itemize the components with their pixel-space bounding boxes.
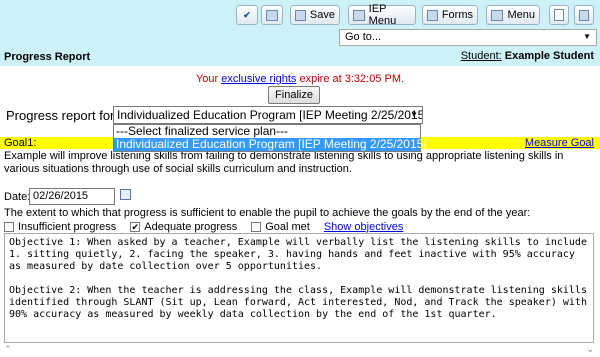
progress-report-label: Progress report for: bbox=[6, 108, 118, 123]
top-toolbar: ✔ Save IEP Menu Forms Menu Go to... ▼ Pr… bbox=[0, 0, 600, 66]
goal-met-option[interactable]: Goal met bbox=[251, 221, 310, 233]
goal-met-checkbox[interactable] bbox=[251, 222, 262, 232]
document-button[interactable] bbox=[549, 5, 569, 25]
progress-report-value: Individualized Education Program [IEP Me… bbox=[117, 108, 423, 122]
dropdown-option-selected[interactable]: Individualized Education Program [IEP Me… bbox=[114, 138, 427, 151]
exclusive-rights-link[interactable]: exclusive rights bbox=[221, 73, 296, 85]
adequate-progress-checkbox[interactable]: ✔ bbox=[130, 222, 141, 232]
finalize-button[interactable]: Finalize bbox=[268, 86, 320, 104]
resize-handle-icon[interactable]: ⌄ bbox=[586, 344, 594, 355]
student-info: Student: Example Student bbox=[461, 50, 594, 62]
forms-button[interactable]: Forms bbox=[422, 5, 478, 25]
date-label: Date: bbox=[4, 191, 31, 203]
progress-report-select[interactable]: Individualized Education Program [IEP Me… bbox=[113, 106, 423, 124]
menu-icon bbox=[353, 9, 365, 21]
date-input[interactable]: 02/26/2015 bbox=[29, 188, 115, 205]
rights-prefix: Your bbox=[195, 73, 222, 85]
adequate-progress-label: Adequate progress bbox=[144, 221, 238, 233]
goto-select[interactable]: Go to... ▼ bbox=[339, 29, 597, 46]
student-link[interactable]: Student: bbox=[461, 50, 502, 62]
goal-label: Goal1: bbox=[4, 137, 37, 149]
spellcheck-icon: ✔ bbox=[243, 9, 251, 20]
menu-label: Menu bbox=[507, 9, 535, 21]
objectives-textarea[interactable]: Objective 1: When asked by a teacher, Ex… bbox=[4, 233, 594, 343]
expand-up-icon[interactable]: ⌃ bbox=[4, 344, 12, 355]
spellcheck-button[interactable]: ✔ bbox=[236, 5, 258, 25]
goto-value: Go to... bbox=[345, 31, 382, 43]
rights-notice: Your exclusive rights expire at 3:32:05 … bbox=[0, 73, 600, 85]
goal-met-label: Goal met bbox=[265, 221, 310, 233]
student-name: Example Student bbox=[504, 50, 594, 62]
document-icon bbox=[554, 9, 564, 21]
measure-goal-link[interactable]: Measure Goal bbox=[525, 137, 594, 149]
insufficient-progress-checkbox[interactable] bbox=[4, 222, 14, 232]
iep-menu-button[interactable]: IEP Menu bbox=[348, 3, 416, 27]
forms-label: Forms bbox=[441, 9, 473, 21]
insufficient-progress-option[interactable]: Insufficient progress bbox=[4, 221, 116, 233]
window-icon bbox=[266, 9, 278, 21]
rights-suffix: expire at 3:32:05 PM. bbox=[296, 73, 405, 85]
printer-icon bbox=[579, 9, 589, 21]
show-objectives-link[interactable]: Show objectives bbox=[324, 221, 404, 233]
iep-menu-label: IEP Menu bbox=[368, 3, 397, 27]
progress-checkboxes: Insufficient progress ✔ Adequate progres… bbox=[4, 221, 403, 233]
calendar-icon[interactable] bbox=[120, 189, 131, 200]
insufficient-progress-label: Insufficient progress bbox=[18, 221, 117, 233]
adequate-progress-option[interactable]: ✔ Adequate progress bbox=[130, 221, 237, 233]
menu-icon bbox=[491, 9, 504, 21]
chevron-down-icon: ▼ bbox=[410, 110, 418, 119]
view-button[interactable] bbox=[261, 5, 283, 25]
extent-text: The extent to which that progress is suf… bbox=[4, 207, 531, 219]
menu-button[interactable]: Menu bbox=[486, 5, 540, 25]
progress-report-dropdown: ---Select finalized service plan--- Indi… bbox=[113, 124, 427, 152]
chevron-down-icon: ▼ bbox=[583, 32, 591, 41]
floppy-icon bbox=[295, 9, 306, 21]
print-button[interactable] bbox=[574, 5, 594, 25]
page-title: Progress Report bbox=[4, 51, 91, 63]
save-label: Save bbox=[309, 9, 335, 21]
save-button[interactable]: Save bbox=[290, 5, 340, 25]
forms-icon bbox=[427, 9, 438, 21]
goal-description: Example will improve listening skills fr… bbox=[4, 150, 564, 175]
